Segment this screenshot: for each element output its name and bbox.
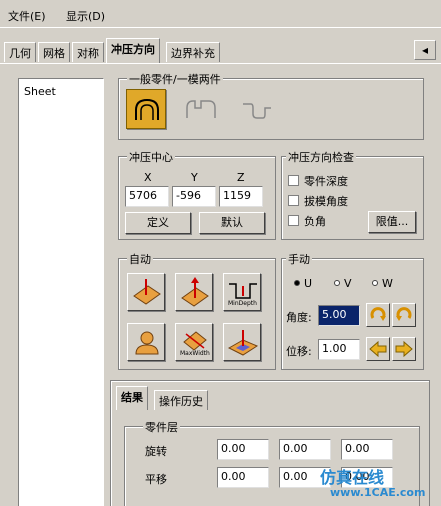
tab-symmetry[interactable]: 对称 <box>72 42 104 62</box>
double-part-button[interactable] <box>180 89 220 129</box>
z-label: Z <box>237 171 245 184</box>
max-width-button[interactable]: MaxWidth <box>175 323 213 361</box>
flange-part-icon <box>243 103 271 119</box>
auto-arrow-button[interactable] <box>175 273 213 311</box>
tab-bar: 几何 网格 对称 冲压方向 边界补充 <box>0 38 441 64</box>
axis-u-label: U <box>304 277 313 290</box>
manual-group: 手动 U V W 角度: 5.00 位移: 1.00 <box>281 251 424 370</box>
y-label: Y <box>191 171 198 184</box>
x-field[interactable]: 5706 <box>125 186 169 207</box>
stamp-center-group: 冲压中心 X Y Z 5706 -596 1159 定义 默认 <box>118 149 276 240</box>
menu-bar: 文件(E) 显示(D) <box>0 0 441 28</box>
negative-angle-checkbox[interactable] <box>288 215 299 226</box>
translate-u-field[interactable]: 0.00 <box>217 467 269 488</box>
translate-label: 平移 <box>145 473 167 486</box>
auto-group: 自动 MinDepth MaxWidth <box>118 251 276 370</box>
auto-plane-button[interactable] <box>127 273 165 311</box>
shift-left-button[interactable] <box>366 337 390 361</box>
axis-v-label: V <box>344 277 352 290</box>
menu-view[interactable]: 显示(D) <box>66 8 105 24</box>
direction-check-legend: 冲压方向检查 <box>286 149 356 165</box>
tab-history[interactable]: 操作历史 <box>154 390 208 410</box>
arrow-right-icon <box>395 340 413 358</box>
single-part-button[interactable] <box>126 89 166 129</box>
tab-scroll-button[interactable]: ◂ <box>414 40 436 60</box>
menu-file[interactable]: 文件(E) <box>8 8 46 24</box>
draft-angle-label: 拔模角度 <box>304 195 348 208</box>
rotate-cw-button[interactable] <box>366 303 390 327</box>
tab-mesh[interactable]: 网格 <box>38 42 70 62</box>
single-part-icon <box>135 98 159 120</box>
person-icon <box>135 331 159 355</box>
shift-label: 位移: <box>286 345 312 358</box>
part-depth-label: 零件深度 <box>304 175 348 188</box>
rotate-ccw-icon <box>396 307 412 321</box>
rotate-label: 旋转 <box>145 445 167 458</box>
min-depth-label: MinDepth <box>228 300 257 307</box>
stamp-center-legend: 冲压中心 <box>127 149 175 165</box>
shift-field[interactable]: 1.00 <box>318 339 360 360</box>
rotate-u-field[interactable]: 0.00 <box>217 439 269 460</box>
double-part-icon <box>186 100 216 118</box>
axis-w-radio[interactable] <box>372 280 378 286</box>
rotate-ccw-button[interactable] <box>392 303 416 327</box>
sheet-list[interactable]: Sheet <box>18 78 104 506</box>
axis-w-label: W <box>382 277 393 290</box>
axis-v-radio[interactable] <box>334 280 340 286</box>
rotate-v-field[interactable]: 0.00 <box>279 439 331 460</box>
part-type-group: 一般零件/一模两件 <box>118 71 424 140</box>
x-label: X <box>144 171 152 184</box>
part-layer-legend: 零件层 <box>143 419 180 435</box>
limits-button[interactable]: 限值... <box>368 211 416 233</box>
tab-boundary-fill[interactable]: 边界补充 <box>166 42 220 62</box>
default-button[interactable]: 默认 <box>199 212 265 234</box>
y-field[interactable]: -596 <box>172 186 216 207</box>
tab-stamp-direction[interactable]: 冲压方向 <box>106 38 160 63</box>
watermark-title: 仿真在线 <box>320 468 385 487</box>
manual-legend: 手动 <box>286 251 312 267</box>
rotate-w-field[interactable]: 0.00 <box>341 439 393 460</box>
flange-part-button[interactable] <box>236 89 276 129</box>
orange-plane-icon <box>133 279 161 305</box>
tab-divider <box>0 63 441 64</box>
define-button[interactable]: 定义 <box>125 212 191 234</box>
angle-label: 角度: <box>286 311 312 324</box>
list-item[interactable]: Sheet <box>24 85 56 98</box>
part-depth-checkbox[interactable] <box>288 175 299 186</box>
part-type-legend: 一般零件/一模两件 <box>127 71 223 87</box>
angle-field[interactable]: 5.00 <box>318 305 360 326</box>
rotate-cw-icon <box>370 307 386 321</box>
auto-mesh-button[interactable] <box>223 323 261 361</box>
max-width-label: MaxWidth <box>180 350 210 357</box>
mesh-arrow-icon <box>227 330 259 356</box>
direction-check-group: 冲压方向检查 零件深度 拔模角度 负角 限值... <box>281 149 424 240</box>
tab-geometry[interactable]: 几何 <box>4 42 36 62</box>
min-depth-button[interactable]: MinDepth <box>223 273 261 311</box>
auto-user-button[interactable] <box>127 323 165 361</box>
watermark-url: www.1CAE.com <box>330 486 426 499</box>
arrow-left-icon <box>369 340 387 358</box>
auto-legend: 自动 <box>127 251 153 267</box>
shift-right-button[interactable] <box>392 337 416 361</box>
tab-result[interactable]: 结果 <box>116 386 148 410</box>
red-arrow-surface-icon <box>181 277 209 307</box>
axis-u-radio[interactable] <box>294 280 300 286</box>
z-field[interactable]: 1159 <box>219 186 263 207</box>
draft-angle-checkbox[interactable] <box>288 195 299 206</box>
negative-angle-label: 负角 <box>304 215 326 228</box>
